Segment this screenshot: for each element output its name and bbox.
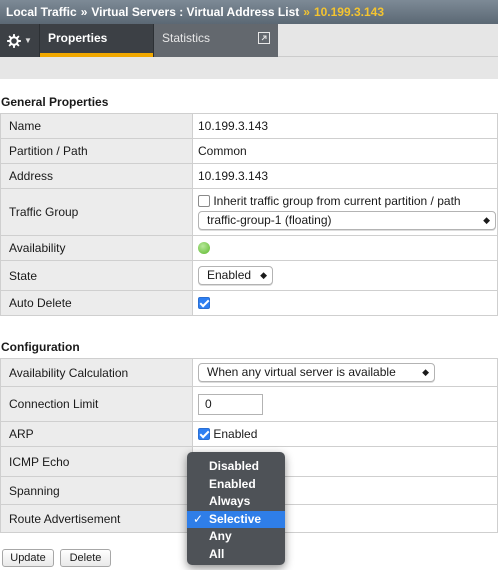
gear-menu-button[interactable]: ▼ — [0, 24, 40, 57]
menu-item-label: All — [209, 546, 225, 561]
menu-item-label: Disabled — [209, 459, 260, 473]
traffic-group-label: Traffic Group — [0, 188, 193, 236]
tab-bar-filler — [278, 24, 498, 57]
table-row: ARP Enabled — [0, 421, 498, 447]
status-available-icon — [198, 242, 210, 254]
table-row: Availability Calculation When any virtua… — [0, 358, 498, 387]
menu-item-label: Selective — [209, 511, 262, 526]
partition-value: Common — [192, 138, 498, 164]
tab-statistics-label: Statistics — [162, 31, 211, 45]
traffic-group-select[interactable]: traffic-group-1 (floating) ◆ — [198, 211, 496, 230]
address-label: Address — [0, 163, 193, 189]
section-title-configuration: Configuration — [1, 340, 80, 354]
table-row: Partition / Path Common — [0, 138, 498, 164]
connection-limit-label: Connection Limit — [0, 386, 193, 422]
partition-label: Partition / Path — [0, 138, 193, 164]
auto-delete-cell — [192, 290, 498, 316]
breadcrumb-current: 10.199.3.143 — [313, 5, 385, 19]
select-arrows-icon: ◆ — [422, 367, 429, 377]
table-row: Auto Delete — [0, 290, 498, 316]
table-row: Availability — [0, 235, 498, 261]
state-label: State — [0, 260, 193, 291]
traffic-group-cell: Inherit traffic group from current parti… — [192, 188, 498, 236]
menu-item-disabled[interactable]: Disabled — [187, 458, 285, 476]
tab-properties[interactable]: Properties — [40, 24, 153, 57]
inherit-traffic-group-label: Inherit traffic group from current parti… — [213, 194, 461, 208]
menu-item-label: Any — [209, 529, 232, 543]
external-link-icon[interactable] — [258, 32, 270, 44]
state-cell: Enabled ◆ — [192, 260, 498, 291]
menu-item-always[interactable]: Always — [187, 493, 285, 511]
route-advertisement-label: Route Advertisement — [0, 504, 193, 533]
address-value: 10.199.3.143 — [192, 163, 498, 189]
tab-statistics[interactable]: Statistics — [153, 24, 278, 57]
section-title-general: General Properties — [1, 95, 109, 109]
breadcrumb-virtual-address-list[interactable]: Virtual Servers : Virtual Address List — [91, 5, 299, 19]
connection-limit-input[interactable]: 0 — [198, 393, 263, 415]
arp-checkbox[interactable] — [198, 428, 210, 440]
auto-delete-label: Auto Delete — [0, 290, 193, 316]
connection-limit-cell: 0 — [192, 386, 498, 422]
state-select-value: Enabled — [207, 268, 252, 282]
table-row: Connection Limit 0 — [0, 386, 498, 422]
arp-value: Enabled — [213, 427, 258, 441]
menu-item-enabled[interactable]: Enabled — [187, 476, 285, 494]
breadcrumb-separator: » — [80, 5, 88, 19]
table-row: Name 10.199.3.143 — [0, 113, 498, 139]
update-button[interactable]: Update — [2, 549, 54, 567]
delete-button[interactable]: Delete — [60, 549, 111, 567]
arp-label: ARP — [0, 421, 193, 447]
inherit-traffic-group-checkbox[interactable] — [198, 195, 210, 207]
menu-item-all[interactable]: All — [187, 546, 285, 564]
menu-item-any[interactable]: Any — [187, 528, 285, 546]
select-arrows-icon: ◆ — [260, 270, 267, 280]
state-select[interactable]: Enabled ◆ — [198, 266, 273, 285]
availability-label: Availability — [0, 235, 193, 261]
name-value: 10.199.3.143 — [192, 113, 498, 139]
menu-item-label: Always — [209, 494, 251, 508]
menu-item-selective[interactable]: ✓ Selective — [187, 510, 285, 528]
table-row: Traffic Group Inherit traffic group from… — [0, 188, 498, 236]
availability-calculation-value: When any virtual server is available — [207, 365, 396, 379]
spanning-label: Spanning — [0, 476, 193, 505]
chevron-down-icon: ▼ — [24, 36, 32, 45]
availability-cell — [192, 235, 498, 261]
arp-cell: Enabled — [192, 421, 498, 447]
breadcrumb: Local Traffic» Virtual Servers : Virtual … — [0, 0, 498, 24]
breadcrumb-separator: » — [303, 5, 310, 19]
traffic-group-select-value: traffic-group-1 (floating) — [207, 213, 332, 227]
name-label: Name — [0, 113, 193, 139]
icmp-echo-label: ICMP Echo — [0, 446, 193, 477]
availability-calculation-label: Availability Calculation — [0, 358, 193, 387]
icmp-echo-dropdown-menu: Disabled Enabled Always ✓ Selective Any A… — [187, 452, 285, 565]
availability-calculation-cell: When any virtual server is available ◆ — [192, 358, 498, 387]
select-arrows-icon: ◆ — [483, 215, 490, 225]
checkmark-icon: ✓ — [193, 511, 204, 526]
table-row: Address 10.199.3.143 — [0, 163, 498, 189]
breadcrumb-local-traffic[interactable]: Local Traffic — [6, 5, 77, 19]
toolbar-band — [0, 57, 498, 79]
general-properties-table: Name 10.199.3.143 Partition / Path Commo… — [0, 113, 498, 316]
tab-bar: ▼ Properties Statistics — [0, 24, 498, 57]
availability-calculation-select[interactable]: When any virtual server is available ◆ — [198, 363, 435, 382]
menu-item-label: Enabled — [209, 476, 256, 491]
table-row: State Enabled ◆ — [0, 260, 498, 291]
gear-icon — [7, 33, 22, 48]
auto-delete-checkbox[interactable] — [198, 297, 210, 309]
